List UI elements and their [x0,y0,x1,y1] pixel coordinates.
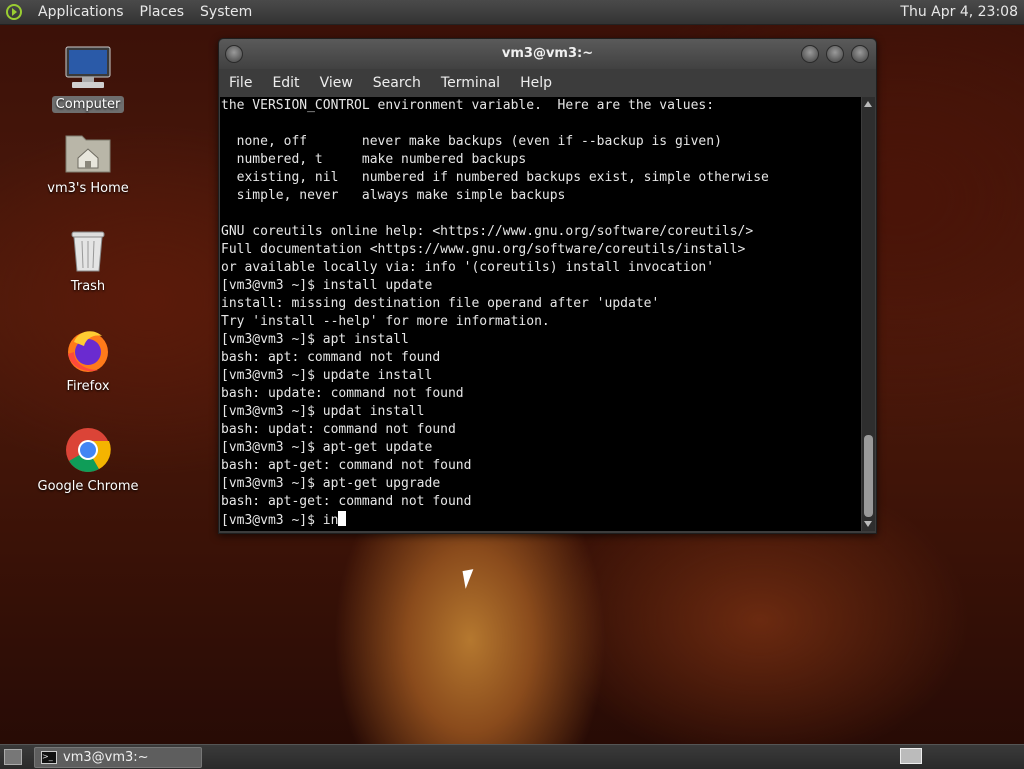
minimize-icon[interactable] [801,45,819,63]
trash-icon [64,226,112,274]
terminal-menu-bar: File Edit View Search Terminal Help [219,69,876,97]
terminal-line: install: missing destination file operan… [221,296,660,311]
scroll-down-icon[interactable] [864,521,872,527]
top-panel: Applications Places System Thu Apr 4, 23… [0,0,1024,25]
chrome-icon [64,426,112,474]
applications-menu[interactable]: Applications [30,0,132,24]
menu-search[interactable]: Search [363,75,431,91]
scrollbar-thumb[interactable] [864,435,873,517]
terminal-line: [vm3@vm3 ~]$ update install [221,368,433,383]
scroll-up-icon[interactable] [864,101,872,107]
taskbar-window-button[interactable]: >_ vm3@vm3:~ [34,747,202,768]
desktop-icon-firefox[interactable]: Firefox [33,326,143,395]
terminal-line: simple, never always make simple backups [221,188,566,203]
terminal-line: or available locally via: info '(coreuti… [221,260,715,275]
terminal-line: bash: update: command not found [221,386,464,401]
mouse-pointer-icon [462,569,477,589]
text-cursor [338,511,347,526]
desktop-icon-label: Google Chrome [37,479,139,494]
terminal-output[interactable]: the VERSION_CONTROL environment variable… [220,97,861,531]
terminal-line: [vm3@vm3 ~]$ updat install [221,404,425,419]
terminal-scrollbar[interactable] [862,97,875,531]
terminal-line: the VERSION_CONTROL environment variable… [221,98,715,113]
terminal-icon: >_ [41,751,57,764]
menu-view[interactable]: View [310,75,363,91]
system-menu[interactable]: System [192,0,260,24]
terminal-line: numbered, t make numbered backups [221,152,527,167]
home-folder-icon [64,128,112,176]
terminal-window[interactable]: vm3@vm3:~ File Edit View Search Terminal… [218,38,877,534]
close-icon[interactable] [851,45,869,63]
terminal-line: none, off never make backups (even if --… [221,134,722,149]
desktop-icon-label: Computer [51,96,125,113]
menu-edit[interactable]: Edit [262,75,309,91]
computer-icon [64,44,112,92]
terminal-line: bash: apt-get: command not found [221,458,472,473]
terminal-line: [vm3@vm3 ~]$ apt-get update [221,440,433,455]
terminal-line: [vm3@vm3 ~]$ install update [221,278,433,293]
menu-file[interactable]: File [219,75,262,91]
desktop-icon-computer[interactable]: Computer [33,44,143,113]
terminal-input-line[interactable]: [vm3@vm3 ~]$ in [220,511,861,529]
terminal-line: existing, nil numbered if numbered backu… [221,170,769,185]
firefox-icon [64,326,112,374]
workspace-switcher-icon[interactable] [900,748,922,764]
bottom-panel: >_ vm3@vm3:~ [0,744,1024,769]
desktop-icon-chrome[interactable]: Google Chrome [33,426,143,495]
menu-terminal[interactable]: Terminal [431,75,510,91]
desktop-icon-home[interactable]: vm3's Home [33,128,143,197]
window-title-bar[interactable]: vm3@vm3:~ [219,39,876,69]
desktop-icon-label: vm3's Home [47,181,129,196]
terminal-line: Try 'install --help' for more informatio… [221,314,550,329]
maximize-icon[interactable] [826,45,844,63]
distro-logo-icon[interactable] [4,2,24,22]
terminal-line: bash: apt-get: command not found [221,494,472,509]
window-title: vm3@vm3:~ [501,46,594,61]
terminal-line: GNU coreutils online help: <https://www.… [221,224,754,239]
menu-help[interactable]: Help [510,75,562,91]
desktop-icon-label: Firefox [66,379,110,394]
desktop-icon-label: Trash [70,279,106,294]
terminal-line: bash: updat: command not found [221,422,456,437]
taskbar-window-label: vm3@vm3:~ [63,750,149,765]
places-menu[interactable]: Places [132,0,193,24]
terminal-prompt: [vm3@vm3 ~]$ [221,513,323,528]
terminal-line: Full documentation <https://www.gnu.org/… [221,242,746,257]
terminal-input[interactable]: in [323,513,339,528]
terminal-line: bash: apt: command not found [221,350,441,365]
desktop-icon-trash[interactable]: Trash [33,226,143,295]
clock[interactable]: Thu Apr 4, 23:08 [900,4,1024,20]
window-menu-icon[interactable] [225,45,243,63]
terminal-line: [vm3@vm3 ~]$ apt install [221,332,409,347]
terminal-line: [vm3@vm3 ~]$ apt-get upgrade [221,476,441,491]
show-desktop-icon[interactable] [4,749,22,765]
